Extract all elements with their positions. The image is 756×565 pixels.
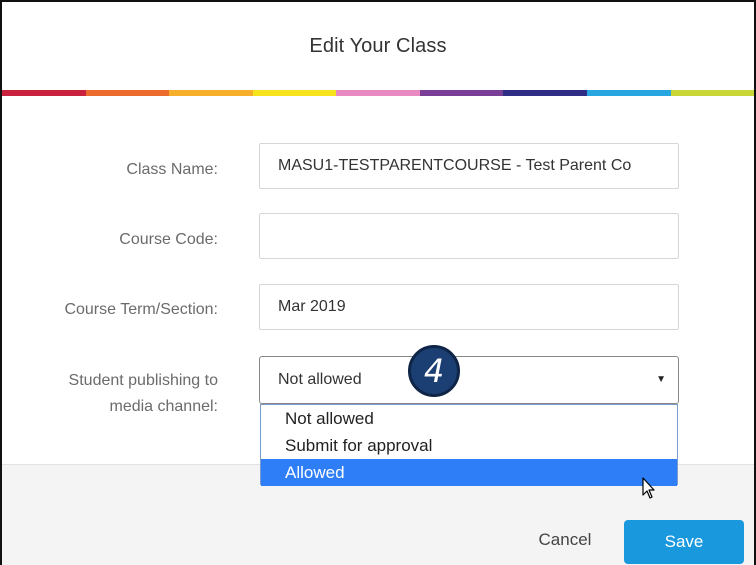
rainbow-divider (2, 90, 754, 96)
class-name-label: Class Name: (126, 161, 218, 178)
rainbow-segment (169, 90, 253, 96)
rainbow-segment (586, 90, 671, 96)
edit-class-dialog: Edit Your Class Class Name: MASU1-TESTPA… (0, 0, 756, 565)
mouse-cursor-icon (642, 477, 655, 499)
student-publishing-select[interactable]: Not allowed ▼ (259, 356, 679, 404)
select-value: Not allowed (278, 371, 362, 388)
rainbow-segment (252, 90, 337, 96)
student-publishing-label-line1: Student publishing to (68, 372, 218, 389)
dropdown-arrow-icon: ▼ (656, 374, 666, 385)
rainbow-segment (419, 90, 504, 96)
student-publishing-options: Not allowed Submit for approval Allowed (260, 404, 678, 486)
rainbow-segment (503, 90, 587, 96)
option-not-allowed[interactable]: Not allowed (261, 405, 677, 432)
option-submit-for-approval[interactable]: Submit for approval (261, 432, 677, 459)
cancel-button[interactable]: Cancel (520, 520, 610, 560)
step-number-badge: 4 (408, 345, 460, 397)
course-code-label: Course Code: (119, 231, 218, 248)
rainbow-segment (85, 90, 170, 96)
course-term-label: Course Term/Section: (64, 301, 218, 318)
rainbow-segment (670, 90, 754, 96)
dialog-header: Edit Your Class (2, 2, 754, 90)
student-publishing-label-line2: media channel: (109, 398, 218, 415)
option-allowed[interactable]: Allowed (261, 459, 677, 486)
course-code-input[interactable] (259, 213, 679, 259)
rainbow-segment (2, 90, 86, 96)
save-button[interactable]: Save (624, 520, 744, 564)
class-name-input[interactable]: MASU1-TESTPARENTCOURSE - Test Parent Co (259, 143, 679, 189)
rainbow-segment (336, 90, 420, 96)
dialog-title: Edit Your Class (309, 34, 447, 57)
course-term-input[interactable]: Mar 2019 (259, 284, 679, 330)
